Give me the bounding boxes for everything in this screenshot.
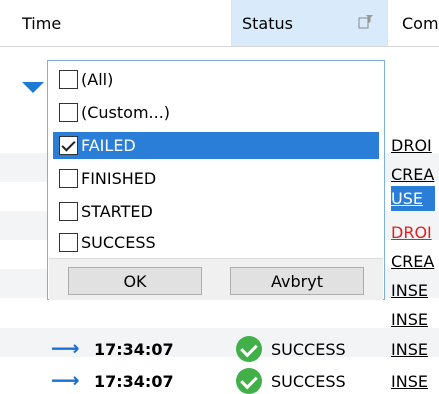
right-arrow-icon: ⟶ bbox=[51, 368, 80, 392]
checkbox[interactable] bbox=[59, 233, 78, 252]
column-header-time[interactable]: Time bbox=[0, 0, 232, 47]
filter-option-all[interactable]: (All) bbox=[53, 66, 379, 93]
command-cell[interactable]: DROI bbox=[391, 136, 432, 155]
filter-option-success[interactable]: SUCCESS bbox=[53, 229, 379, 256]
filter-option-label: (All) bbox=[81, 70, 114, 89]
ok-button[interactable]: OK bbox=[68, 267, 202, 295]
cancel-button[interactable]: Avbryt bbox=[230, 267, 364, 295]
popup-footer: OK Avbryt bbox=[49, 258, 383, 300]
command-cell[interactable]: INSE bbox=[391, 372, 428, 391]
time-cell: 17:34:07 bbox=[94, 372, 174, 391]
command-cell[interactable]: CREA bbox=[391, 252, 434, 271]
filter-option-custom[interactable]: (Custom...) bbox=[53, 99, 379, 126]
filter-option-label: (Custom...) bbox=[81, 103, 171, 122]
time-cell: 17:34:07 bbox=[94, 340, 174, 359]
command-cell[interactable]: CREA bbox=[391, 165, 434, 184]
filter-option-started[interactable]: STARTED bbox=[53, 198, 379, 225]
column-header-time-label: Time bbox=[22, 13, 62, 33]
command-cell[interactable]: INSE bbox=[391, 310, 428, 329]
checkbox[interactable] bbox=[59, 103, 78, 122]
checkbox[interactable] bbox=[59, 169, 78, 188]
filter-icon[interactable] bbox=[358, 14, 374, 30]
status-cell: SUCCESS bbox=[271, 340, 346, 359]
success-check-icon bbox=[236, 368, 262, 394]
filter-option-label: FINISHED bbox=[81, 169, 157, 188]
command-cell[interactable]: DROI bbox=[391, 223, 432, 242]
right-arrow-icon: ⟶ bbox=[51, 336, 80, 360]
column-header-command-label: Com bbox=[402, 13, 439, 33]
table-row[interactable] bbox=[0, 299, 439, 328]
command-cell[interactable]: USE bbox=[391, 186, 435, 211]
checkbox-checked[interactable] bbox=[59, 136, 78, 155]
status-filter-popup: (All) (Custom...) FAILED FINISHED STARTE… bbox=[47, 60, 385, 300]
filter-option-label: SUCCESS bbox=[81, 233, 156, 252]
column-header-command[interactable]: Com bbox=[388, 0, 439, 47]
command-cell[interactable]: INSE bbox=[391, 281, 428, 300]
success-check-icon bbox=[236, 336, 262, 362]
column-header-status-label: Status bbox=[242, 13, 293, 33]
filter-option-failed[interactable]: FAILED bbox=[53, 132, 379, 159]
expand-triangle-icon[interactable] bbox=[22, 82, 44, 93]
column-header-status[interactable]: Status bbox=[232, 0, 388, 47]
checkbox[interactable] bbox=[59, 70, 78, 89]
checkbox[interactable] bbox=[59, 202, 78, 221]
filter-option-label: FAILED bbox=[81, 136, 136, 155]
filter-option-finished[interactable]: FINISHED bbox=[53, 165, 379, 192]
status-cell: SUCCESS bbox=[271, 372, 346, 391]
filter-option-label: STARTED bbox=[81, 202, 153, 221]
command-cell[interactable]: INSE bbox=[391, 340, 428, 359]
